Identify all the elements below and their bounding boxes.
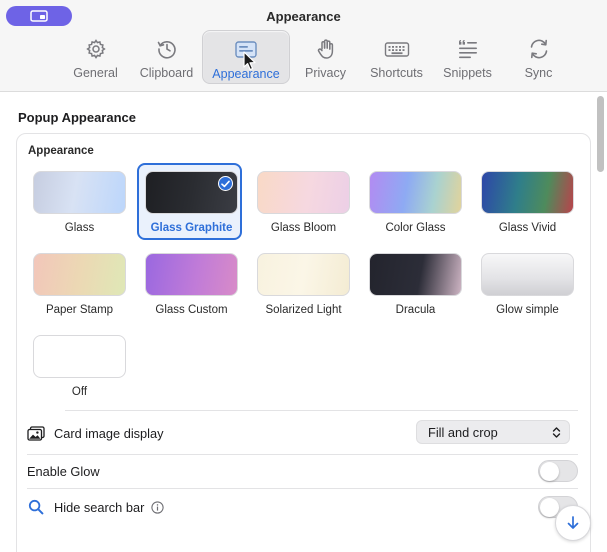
theme-name: Glass Vivid (498, 222, 557, 234)
theme-name: Glow simple (496, 304, 559, 316)
theme-name: Paper Stamp (45, 304, 114, 316)
tab-general[interactable]: General (60, 30, 131, 84)
card-image-display-select[interactable]: Fill and crop (416, 420, 570, 444)
theme-name: Color Glass (385, 222, 446, 234)
tab-label: General (73, 66, 118, 80)
scroll-down-button[interactable] (555, 505, 591, 541)
theme-swatch (481, 171, 574, 214)
tab-label: Clipboard (139, 66, 194, 80)
theme-swatch (257, 171, 350, 214)
theme-name: Glass (64, 222, 95, 234)
search-icon (27, 498, 45, 516)
arrow-down-icon (567, 516, 579, 529)
divider (65, 410, 578, 411)
enable-glow-label: Enable Glow (27, 463, 100, 479)
scrollbar-thumb[interactable] (597, 96, 604, 172)
divider (27, 454, 578, 455)
theme-glow-simple[interactable]: Glow simple (481, 253, 574, 321)
preferences-content: Popup Appearance Appearance Glass Glass (0, 93, 607, 552)
card-image-display-label: Card image display (54, 425, 164, 441)
theme-swatch (145, 171, 238, 214)
enable-glow-toggle[interactable] (538, 460, 578, 482)
chevron-updown-icon (552, 427, 561, 438)
photo-icon (27, 424, 45, 442)
gear-icon (83, 37, 109, 61)
tab-shortcuts[interactable]: Shortcuts (361, 30, 432, 84)
theme-swatch (33, 335, 126, 378)
tab-label: Privacy (305, 66, 346, 80)
tab-label: Shortcuts (370, 66, 423, 80)
tab-label: Sync (524, 66, 553, 80)
theme-solarized-light[interactable]: Solarized Light (257, 253, 350, 321)
theme-color-glass[interactable]: Color Glass (369, 171, 462, 239)
theme-glass-vivid[interactable]: Glass Vivid (481, 171, 574, 239)
scrollbar[interactable] (595, 93, 607, 523)
enable-glow-row: Enable Glow (27, 456, 578, 486)
appearance-group: Appearance Glass Glass Graphite Glass Bl… (16, 133, 591, 552)
sync-arrows-icon (526, 37, 552, 61)
theme-name: Glass Custom (155, 304, 228, 316)
theme-swatch (481, 253, 574, 296)
tab-clipboard[interactable]: Clipboard (131, 30, 202, 84)
theme-off[interactable]: Off (33, 335, 126, 403)
hide-search-bar-row: Hide search bar (27, 492, 578, 522)
theme-swatch (369, 171, 462, 214)
toggle-knob (540, 462, 559, 481)
preferences-window: Appearance General Clipboard Appearance … (0, 0, 607, 552)
theme-name: Glass Bloom (270, 222, 337, 234)
theme-glass-custom[interactable]: Glass Custom (145, 253, 238, 321)
theme-name: Solarized Light (265, 304, 342, 316)
theme-glass-graphite[interactable]: Glass Graphite (137, 163, 242, 240)
info-icon[interactable] (151, 500, 164, 514)
tab-label: Snippets (443, 66, 492, 80)
theme-name: Glass Graphite (150, 222, 233, 234)
theme-swatch (33, 253, 126, 296)
preferences-tabs: General Clipboard Appearance Privacy Sho… (60, 30, 574, 86)
theme-paper-stamp[interactable]: Paper Stamp (33, 253, 126, 321)
select-value: Fill and crop (428, 424, 498, 440)
tab-appearance[interactable]: Appearance (202, 30, 290, 84)
theme-name: Off (71, 386, 88, 398)
mouse-pointer-icon (243, 51, 256, 71)
quote-lines-icon (455, 37, 481, 61)
divider (27, 488, 578, 489)
keyboard-icon (384, 37, 410, 61)
section-title: Popup Appearance (18, 110, 136, 125)
tab-privacy[interactable]: Privacy (290, 30, 361, 84)
hide-search-bar-label: Hide search bar (54, 499, 145, 515)
window-title: Appearance (266, 9, 341, 24)
checkmark-icon (218, 176, 233, 191)
theme-swatch (33, 171, 126, 214)
tab-sync[interactable]: Sync (503, 30, 574, 84)
tab-snippets[interactable]: Snippets (432, 30, 503, 84)
clock-history-icon (154, 37, 180, 61)
theme-glass-bloom[interactable]: Glass Bloom (257, 171, 350, 239)
group-label: Appearance (28, 145, 94, 157)
theme-glass[interactable]: Glass (33, 171, 126, 239)
theme-name: Dracula (395, 304, 436, 316)
theme-dracula[interactable]: Dracula (369, 253, 462, 321)
theme-swatch (257, 253, 350, 296)
hand-icon (313, 37, 339, 61)
theme-swatch (369, 253, 462, 296)
toolbar: Appearance General Clipboard Appearance … (0, 0, 607, 92)
card-image-display-row: Card image display Fill and crop (27, 418, 578, 448)
theme-swatch (145, 253, 238, 296)
